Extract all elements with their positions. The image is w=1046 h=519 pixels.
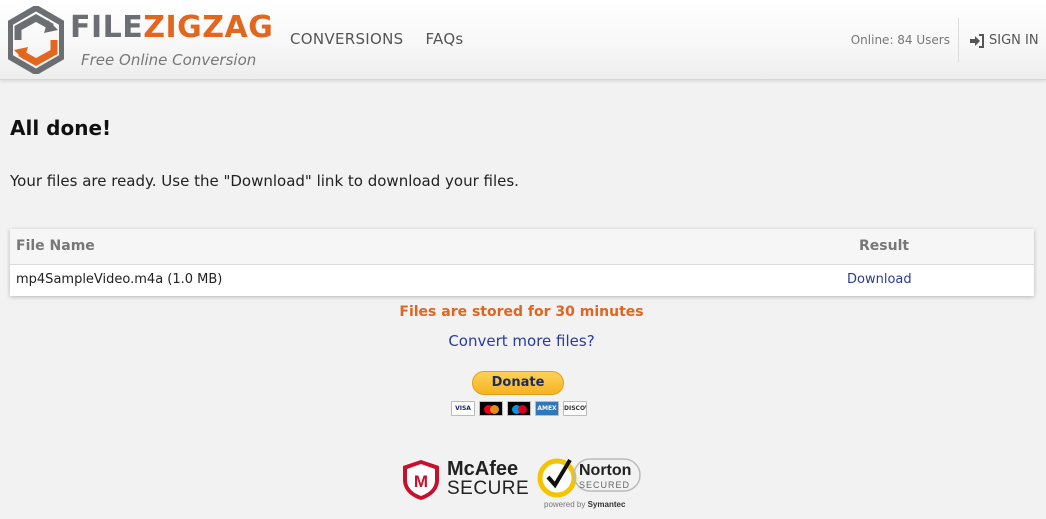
mcafee-shield-icon: M bbox=[403, 460, 439, 500]
mastercard-icon bbox=[479, 401, 503, 416]
security-badges: M McAfee SECURE Norton SECURED powered b… bbox=[395, 440, 647, 516]
donate-button[interactable]: Donate bbox=[472, 371, 564, 395]
column-header-result: Result bbox=[859, 238, 910, 254]
norton-secured-label: SECURED bbox=[579, 480, 631, 490]
payment-cards: VISA AMEX DISCOVER bbox=[451, 401, 587, 416]
amex-card-icon: AMEX bbox=[535, 401, 559, 416]
files-table: File Name Result mp4SampleVideo.m4a (1.0… bbox=[10, 229, 1034, 296]
convert-more-link[interactable]: Convert more files? bbox=[0, 332, 1043, 350]
ready-message: Your files are ready. Use the "Download"… bbox=[10, 172, 519, 190]
download-link[interactable]: Download bbox=[847, 272, 912, 287]
online-users-count: Online: 84 Users bbox=[850, 33, 950, 47]
storage-notice: Files are stored for 30 minutes bbox=[399, 304, 644, 320]
table-header: File Name Result bbox=[10, 229, 1034, 265]
header-divider bbox=[958, 18, 959, 62]
norton-secured-badge[interactable]: Norton SECURED powered by Symantec bbox=[537, 452, 645, 516]
column-header-file-name: File Name bbox=[16, 238, 95, 254]
logo-tagline: Free Online Conversion bbox=[81, 51, 257, 69]
zigzag-hexagon-icon bbox=[8, 6, 64, 74]
mcafee-secure-badge[interactable]: M McAfee SECURE bbox=[401, 458, 529, 502]
sign-in-label: SIGN IN bbox=[989, 33, 1039, 48]
site-header: FILEZIGZAG Free Online Conversion CONVER… bbox=[0, 0, 1046, 80]
logo-wordmark: FILEZIGZAG bbox=[70, 10, 274, 45]
sign-in-link[interactable]: SIGN IN bbox=[969, 33, 1039, 48]
nav-faqs[interactable]: FAQs bbox=[425, 30, 463, 48]
discover-card-icon: DISCOVER bbox=[563, 401, 587, 416]
main-nav: CONVERSIONS FAQs bbox=[290, 30, 464, 48]
maestro-icon bbox=[507, 401, 531, 416]
table-row: mp4SampleVideo.m4a (1.0 MB) Download bbox=[10, 265, 1034, 296]
svg-text:M: M bbox=[414, 472, 428, 491]
filezigzag-logo[interactable]: FILEZIGZAG Free Online Conversion bbox=[8, 6, 273, 74]
powered-by-symantec: powered by Symantec bbox=[544, 500, 626, 509]
mcafee-secure-label: SECURE bbox=[447, 478, 530, 499]
visa-card-icon: VISA bbox=[451, 401, 475, 416]
file-name-cell: mp4SampleVideo.m4a (1.0 MB) bbox=[16, 272, 223, 287]
page-title: All done! bbox=[10, 116, 112, 140]
nav-conversions[interactable]: CONVERSIONS bbox=[290, 30, 403, 48]
norton-name: Norton bbox=[579, 462, 632, 479]
sign-in-icon bbox=[970, 33, 984, 48]
